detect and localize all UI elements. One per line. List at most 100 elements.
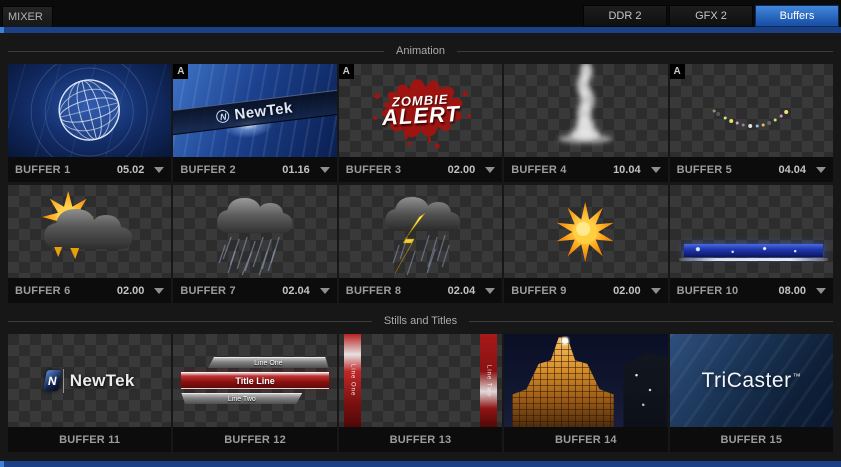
rain-cloud-thumbnail[interactable] xyxy=(173,185,337,278)
section-title: Stills and Titles xyxy=(383,315,458,327)
sun-cloud-thumbnail[interactable] xyxy=(8,185,172,278)
banner-underline xyxy=(678,258,828,261)
buffer-cell[interactable]: N NewTek A BUFFER 2 01.16 xyxy=(173,64,337,182)
buffers-panel: Animation BUFFER 1 05.02 N NewTek A BUFFER… xyxy=(0,33,841,461)
buffer-name: BUFFER 9 xyxy=(511,284,567,297)
newtek-n-icon: N xyxy=(42,370,62,391)
buffer-cell[interactable]: BUFFER 7 02.04 xyxy=(173,185,337,303)
title-template-graphic: Line One Title Line Line Two xyxy=(173,334,336,427)
buffer-duration: 08.00 xyxy=(778,284,806,297)
buffer-label-bar: BUFFER 9 02.00 xyxy=(504,278,668,303)
buffer-cell[interactable]: BUFFER 6 02.00 xyxy=(8,185,172,303)
dropdown-arrow-icon[interactable] xyxy=(815,166,826,173)
globe-graphic xyxy=(30,64,148,157)
buffer-name: BUFFER 14 xyxy=(555,433,617,446)
buffer-cell[interactable]: Line One Line Two BUFFER 13 xyxy=(338,334,503,452)
trademark-symbol: ™ xyxy=(792,371,802,381)
buffer-name: BUFFER 8 xyxy=(345,284,402,297)
dropdown-arrow-icon[interactable] xyxy=(319,287,330,294)
buffer-duration: 02.04 xyxy=(447,284,476,297)
accent-notch xyxy=(0,27,4,33)
buffer-cell[interactable]: BUFFER 10 08.00 xyxy=(669,185,833,303)
buffer-cell[interactable]: A BUFFER 5 04.04 xyxy=(669,64,833,182)
dropdown-arrow-icon[interactable] xyxy=(650,287,661,294)
zombie-alert-thumbnail[interactable]: ZOMBIE ALERT A xyxy=(338,64,503,157)
newtek-banner-text: NewTek xyxy=(233,99,295,124)
line-two-bar: Line Two xyxy=(181,393,303,404)
dropdown-arrow-icon[interactable] xyxy=(154,287,165,294)
buffer-cell[interactable]: BUFFER 9 02.00 xyxy=(504,185,668,303)
tab-buffers[interactable]: Buffers xyxy=(755,5,839,27)
buffer-name: BUFFER 2 xyxy=(180,163,236,176)
buffer-label-bar: BUFFER 6 02.00 xyxy=(8,278,172,303)
buffer-label-bar: BUFFER 12 xyxy=(173,427,337,452)
dropdown-arrow-icon[interactable] xyxy=(815,287,826,294)
buffer-duration: 01.16 xyxy=(282,163,310,176)
title-lines-thumbnail[interactable]: Line One Title Line Line Two xyxy=(173,334,337,427)
storm-cloud-thumbnail[interactable] xyxy=(338,185,503,278)
buffer-cell[interactable]: N NewTek BUFFER 11 xyxy=(8,334,172,452)
tab-gfx-2[interactable]: GFX 2 xyxy=(669,5,753,27)
tricaster-thumbnail[interactable]: TriCaster ™ xyxy=(669,334,833,427)
dropdown-arrow-icon[interactable] xyxy=(485,166,496,173)
autoplay-badge: A xyxy=(173,64,189,79)
building-thumbnail[interactable] xyxy=(504,334,668,427)
buffer-name: BUFFER 6 xyxy=(15,284,71,297)
accent-notch xyxy=(0,461,4,467)
dropdown-arrow-icon[interactable] xyxy=(650,166,661,173)
dropdown-arrow-icon[interactable] xyxy=(485,287,496,294)
line-two-text: Line Two xyxy=(227,395,256,403)
buffer-duration: 05.02 xyxy=(116,163,145,176)
buffer-cell[interactable]: ZOMBIE ALERT A BUFFER 3 02.00 xyxy=(338,64,503,182)
buffer-label-bar: BUFFER 5 04.04 xyxy=(669,157,833,182)
buffer-label-bar: BUFFER 3 02.00 xyxy=(338,157,503,182)
buffer-label-bar: BUFFER 2 01.16 xyxy=(173,157,337,182)
mixer-tab[interactable]: MIXER xyxy=(2,6,53,27)
buffer-name: BUFFER 4 xyxy=(511,163,567,176)
buffer-grid: BUFFER 1 05.02 N NewTek A BUFFER 2 01.16 ZO… xyxy=(8,64,833,303)
buffer-cell[interactable]: BUFFER 8 02.04 xyxy=(338,185,503,303)
buffer-cell[interactable]: Line One Title Line Line Two BUFFER 12 xyxy=(173,334,337,452)
logo-divider xyxy=(62,368,64,393)
dropdown-arrow-icon[interactable] xyxy=(154,166,165,173)
sun-weather-icon xyxy=(556,202,614,262)
background-building xyxy=(623,352,668,427)
vertical-banner-thumbnail[interactable]: Line One Line Two xyxy=(338,334,503,427)
buffer-label-bar: BUFFER 1 05.02 xyxy=(8,157,172,182)
buffer-label-bar: BUFFER 4 10.04 xyxy=(504,157,668,182)
vertical-banner-left: Line One xyxy=(343,334,361,427)
buffer-cell[interactable]: BUFFER 4 10.04 xyxy=(504,64,668,182)
alert-text: ALERT xyxy=(381,100,461,130)
buffer-name: BUFFER 12 xyxy=(224,433,286,446)
autoplay-badge: A xyxy=(669,64,685,79)
lit-building xyxy=(512,336,614,427)
top-accent-bar xyxy=(0,27,841,33)
buffer-name: BUFFER 15 xyxy=(720,433,783,446)
dropdown-arrow-icon[interactable] xyxy=(319,166,330,173)
header-rule-left xyxy=(8,320,372,322)
buffer-label-bar: BUFFER 13 xyxy=(338,427,503,452)
buffer-cell[interactable]: TriCaster ™ BUFFER 15 xyxy=(669,334,833,452)
sun-thumbnail[interactable] xyxy=(504,185,668,278)
sparkles-thumbnail[interactable]: A xyxy=(669,64,833,157)
blue-banner-thumbnail[interactable] xyxy=(669,185,833,278)
buffer-label-bar: BUFFER 10 08.00 xyxy=(669,278,833,303)
vertical-banner-right-text: Line Two xyxy=(485,364,492,397)
buffer-duration: 02.00 xyxy=(613,284,641,297)
newtek-banner-thumbnail[interactable]: N NewTek A xyxy=(173,64,337,157)
header-rule-left xyxy=(8,50,385,52)
zombie-alert-text: ZOMBIE ALERT xyxy=(339,64,502,157)
sparkle-trail-graphic xyxy=(712,109,788,128)
line-one-bar: Line One xyxy=(207,357,329,368)
buffer-cell[interactable]: BUFFER 14 xyxy=(504,334,668,452)
bottom-accent-bar xyxy=(0,461,841,467)
newtek-logo-thumbnail[interactable]: N NewTek xyxy=(8,334,172,427)
globe-thumbnail[interactable] xyxy=(8,64,172,157)
smoke-thumbnail[interactable] xyxy=(504,64,668,157)
storm-cloud-weather-icon xyxy=(384,197,460,276)
buffer-name: BUFFER 3 xyxy=(345,163,402,176)
buffer-duration: 02.00 xyxy=(447,163,476,176)
buffer-cell[interactable]: BUFFER 1 05.02 xyxy=(8,64,172,182)
header-rule-right xyxy=(456,50,834,52)
tab-ddr-2[interactable]: DDR 2 xyxy=(583,5,667,27)
